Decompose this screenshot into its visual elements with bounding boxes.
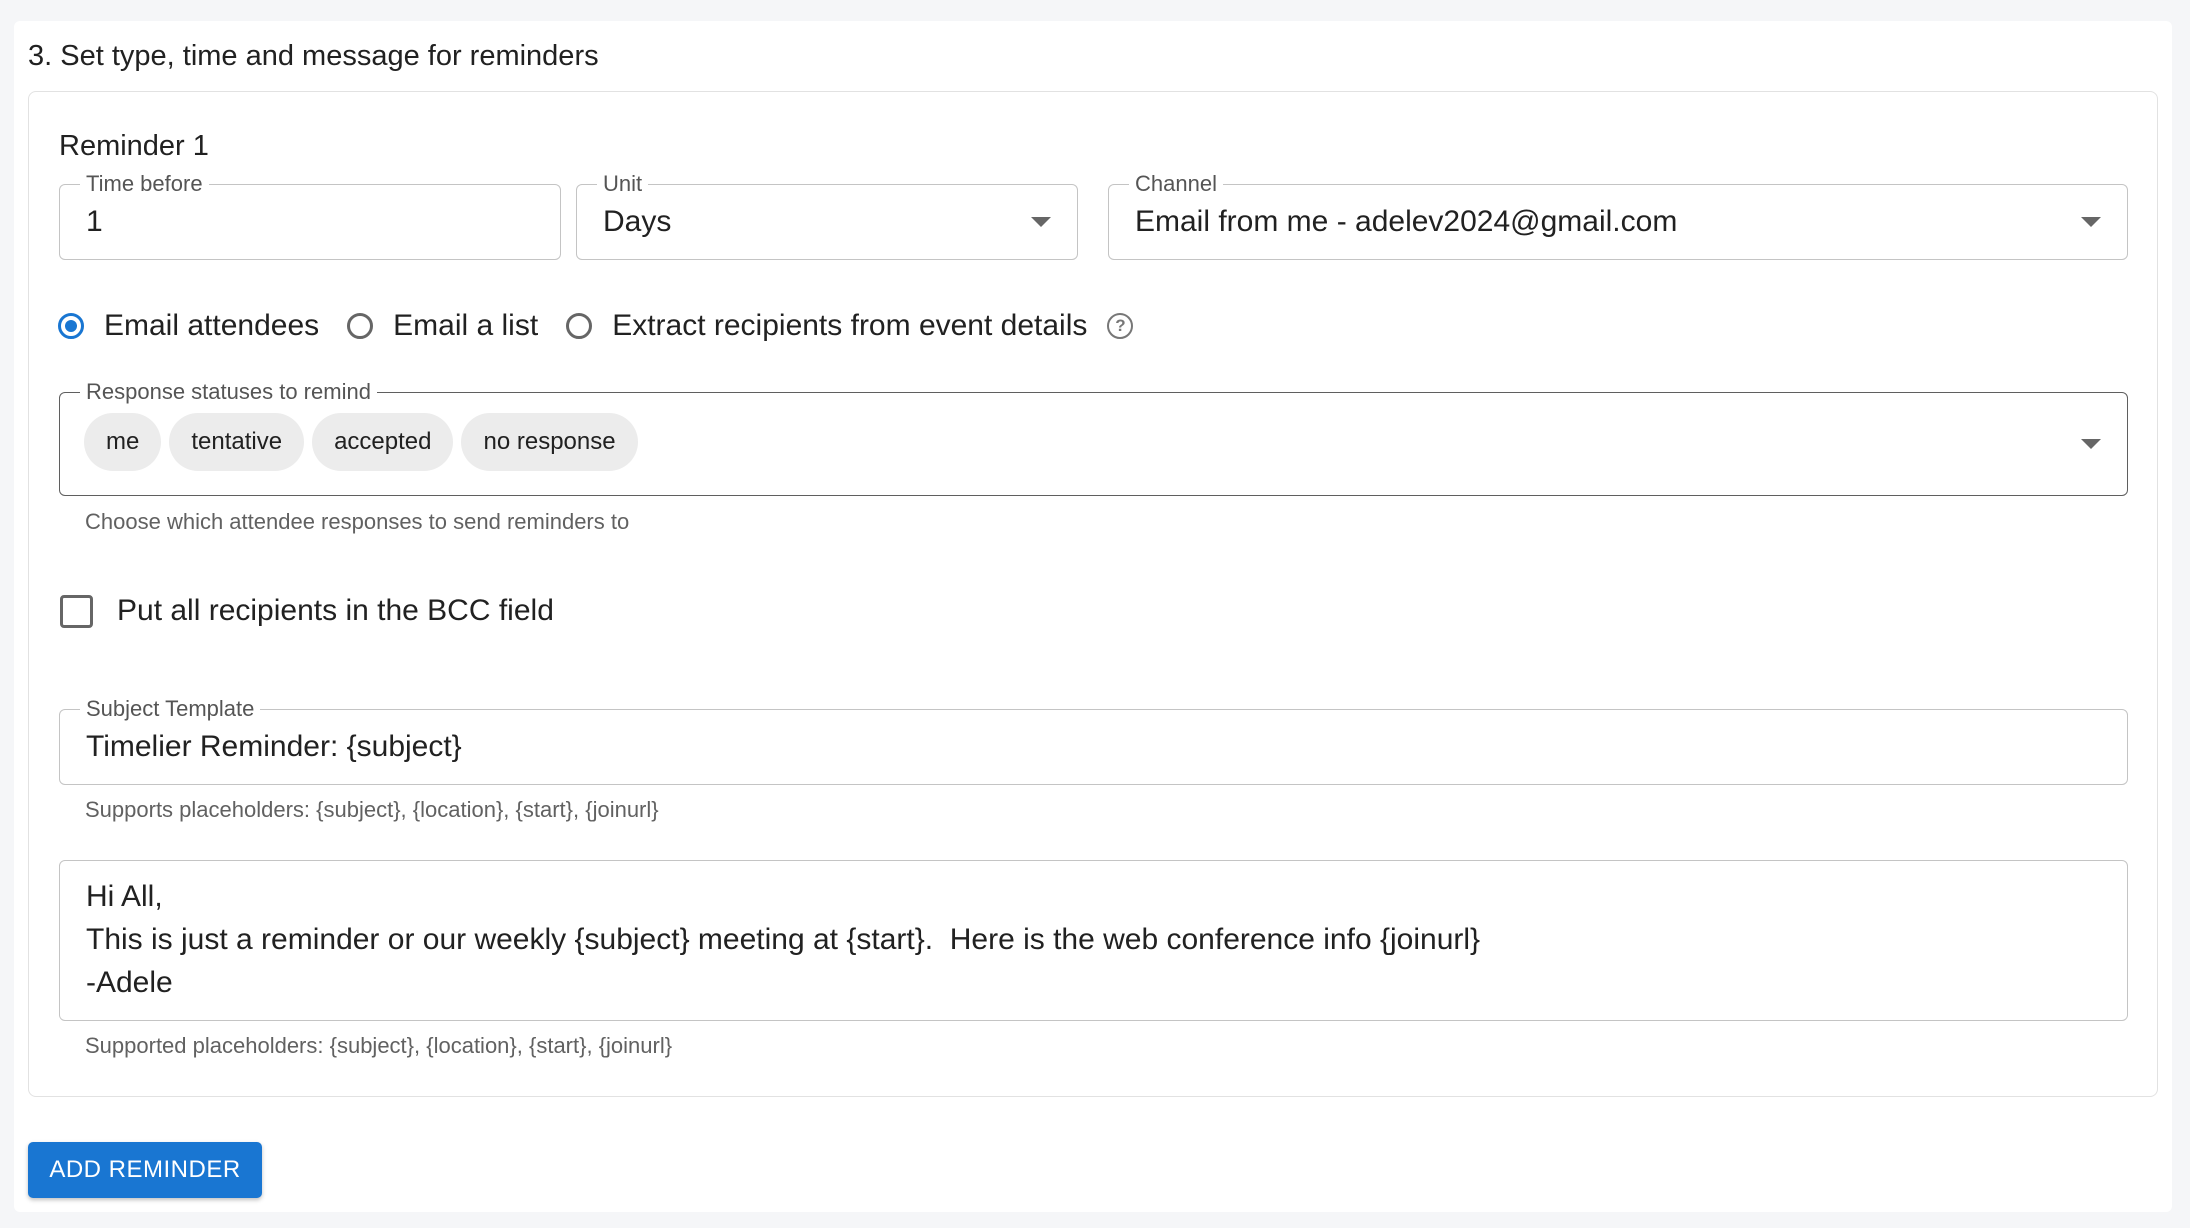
help-circle-icon[interactable]: ?: [1107, 313, 1134, 339]
subject-template-field[interactable]: Subject Template Timelier Reminder: {sub…: [59, 696, 2128, 785]
message-body-text: Hi All, This is just a reminder or our w…: [86, 880, 1481, 999]
time-before-field[interactable]: Time before 1: [59, 171, 561, 260]
response-statuses-helper: Choose which attendee responses to send …: [85, 509, 630, 534]
radio-email-a-list[interactable]: Email a list: [347, 309, 538, 343]
message-body-field[interactable]: Hi All, This is just a reminder or our w…: [59, 860, 2128, 1021]
bcc-checkbox[interactable]: [60, 594, 93, 628]
recipient-type-radio-group: Email attendees Email a list Extract rec…: [58, 306, 1134, 346]
time-before-value: 1: [86, 205, 103, 238]
arrow-drop-down-icon: [1031, 217, 1051, 227]
arrow-drop-down-icon: [2081, 217, 2101, 227]
radio-label: Email a list: [393, 309, 539, 342]
add-reminder-button[interactable]: ADD REMINDER: [28, 1142, 262, 1198]
reminder-title: Reminder 1: [59, 130, 209, 162]
channel-select[interactable]: Channel Email from me - adelev2024@gmail…: [1108, 171, 2128, 260]
arrow-drop-down-icon: [2081, 439, 2101, 449]
response-statuses-select[interactable]: Response statuses to remind me tentative…: [59, 379, 2128, 496]
section-title: 3. Set type, time and message for remind…: [28, 40, 599, 72]
subject-template-value: Timelier Reminder: {subject}: [86, 730, 462, 763]
bcc-label: Put all recipients in the BCC field: [117, 594, 554, 627]
radio-checked-icon[interactable]: [58, 313, 84, 339]
status-chip[interactable]: accepted: [312, 413, 454, 471]
unit-value: Days: [603, 205, 672, 238]
radio-label: Email attendees: [104, 309, 320, 342]
subject-helper: Supports placeholders: {subject}, {locat…: [85, 797, 659, 822]
unit-select[interactable]: Unit Days: [576, 171, 1078, 260]
radio-extract-recipients[interactable]: Extract recipients from event details: [566, 309, 1087, 343]
status-chip[interactable]: tentative: [169, 413, 305, 471]
radio-label: Extract recipients from event details: [612, 309, 1088, 342]
message-helper: Supported placeholders: {subject}, {loca…: [85, 1033, 673, 1058]
radio-unchecked-icon[interactable]: [347, 313, 374, 339]
bcc-checkbox-row[interactable]: Put all recipients in the BCC field: [60, 594, 554, 628]
radio-email-attendees[interactable]: Email attendees: [58, 309, 319, 343]
response-statuses-label: Response statuses to remind: [80, 379, 377, 405]
radio-unchecked-icon[interactable]: [566, 313, 593, 339]
channel-value: Email from me - adelev2024@gmail.com: [1135, 205, 1678, 238]
status-chip[interactable]: no response: [461, 413, 638, 471]
status-chips: me tentative accepted no response: [84, 413, 646, 471]
status-chip[interactable]: me: [84, 413, 162, 471]
